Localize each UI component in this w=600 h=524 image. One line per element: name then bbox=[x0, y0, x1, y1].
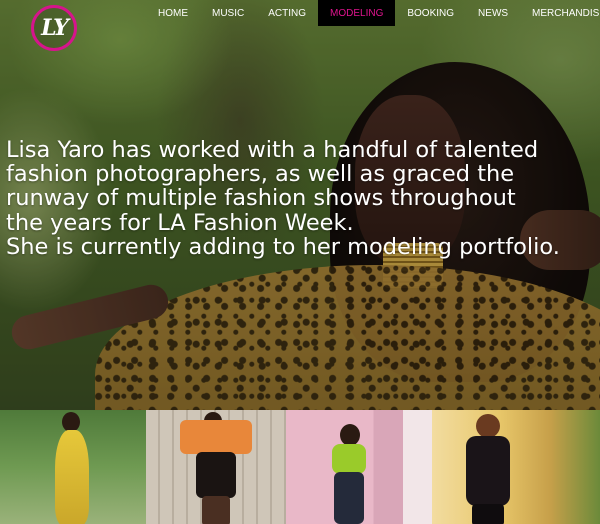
modeling-gallery bbox=[0, 410, 600, 524]
photo-4-boots bbox=[472, 504, 504, 524]
gallery-photo-2[interactable] bbox=[146, 410, 286, 524]
hero-description: Lisa Yaro has worked with a handful of t… bbox=[6, 138, 598, 259]
nav-acting[interactable]: ACTING bbox=[256, 0, 318, 26]
photo-2-top bbox=[180, 420, 252, 454]
nav-music[interactable]: MUSIC bbox=[200, 0, 256, 26]
hero-line: fashion photographers, as well as graced… bbox=[6, 161, 515, 188]
photo-2-skirt bbox=[196, 452, 236, 498]
photo-4-head bbox=[476, 414, 500, 438]
nav-booking[interactable]: BOOKING bbox=[395, 0, 466, 26]
hero-line: She is currently adding to her modeling … bbox=[6, 233, 560, 260]
photo-4-dress bbox=[466, 436, 510, 506]
photo-3-head bbox=[340, 424, 360, 446]
photo-1-head bbox=[62, 412, 80, 432]
hero-line: Lisa Yaro has worked with a handful of t… bbox=[6, 137, 539, 163]
photo-3-pants bbox=[334, 472, 364, 524]
main-navigation: HOME MUSIC ACTING MODELING BOOKING NEWS … bbox=[146, 0, 600, 26]
photo-2-legs bbox=[202, 496, 230, 524]
nav-modeling[interactable]: MODELING bbox=[318, 0, 396, 26]
photo-3-top bbox=[332, 444, 366, 474]
hero-line: runway of multiple fashion shows through… bbox=[6, 185, 516, 212]
site-logo[interactable]: LY bbox=[31, 5, 77, 51]
photo-1-model bbox=[55, 430, 89, 524]
gallery-photo-3[interactable] bbox=[286, 410, 432, 524]
gallery-photo-1[interactable] bbox=[0, 410, 146, 524]
nav-merchandise[interactable]: MERCHANDISE bbox=[520, 0, 600, 26]
hero-line: the years for LA Fashion Week. bbox=[6, 209, 354, 236]
nav-home[interactable]: HOME bbox=[146, 0, 200, 26]
nav-news[interactable]: NEWS bbox=[466, 0, 520, 26]
gallery-photo-4[interactable] bbox=[432, 410, 600, 524]
